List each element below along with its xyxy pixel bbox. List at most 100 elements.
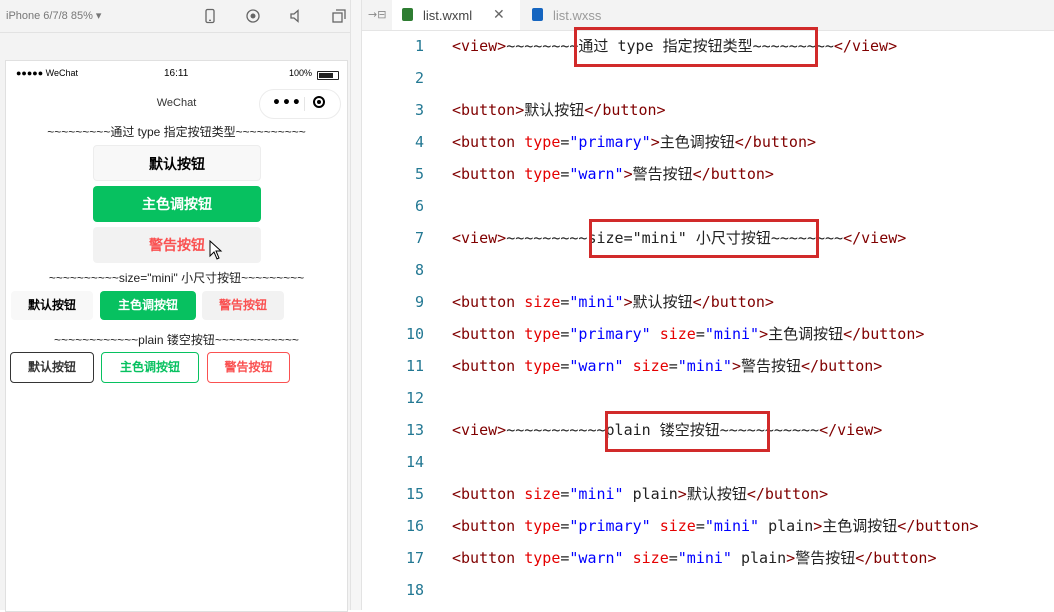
close-icon[interactable]: ✕ <box>493 6 505 23</box>
tab-list-wxss[interactable]: list.wxss <box>522 0 642 30</box>
code-line[interactable]: 9 <button size="mini">默认按钮</button> <box>362 286 1054 318</box>
panel-splitter[interactable] <box>350 0 362 610</box>
record-icon[interactable] <box>245 8 261 24</box>
clock-label: 16:11 <box>164 68 189 79</box>
section-title-plain: ~~~~~~~~~~~~plain 镂空按钮~~~~~~~~~~~~ <box>54 333 299 347</box>
code-line[interactable]: 18 <box>362 574 1054 606</box>
code-area[interactable]: 1 <view>~~~~~~~~通过 type 指定按钮类型~~~~~~~~~</… <box>362 30 1054 610</box>
code-token: </view> <box>843 229 907 247</box>
code-line[interactable]: 12 <box>362 382 1054 414</box>
code-token: <button <box>452 293 525 311</box>
volume-icon[interactable] <box>288 8 304 24</box>
code-token: </button> <box>692 165 774 183</box>
code-token: "mini" <box>704 517 760 535</box>
code-token: plain <box>759 517 814 535</box>
code-line[interactable]: 11 <button type="warn" size="mini">警告按钮</… <box>362 350 1054 382</box>
default-button[interactable]: 默认按钮 <box>93 145 261 181</box>
phone-screen: ●●●●● WeChat 16:11 100% WeChat ••• ~~~~~… <box>5 60 348 612</box>
line-number: 5 <box>414 165 424 183</box>
code-token: 主色调按钮 <box>768 325 844 343</box>
line-number: 18 <box>405 581 424 599</box>
code-line[interactable]: 8 <box>362 254 1054 286</box>
wxml-file-icon <box>402 8 413 21</box>
plain-primary-button[interactable]: 主色调按钮 <box>101 352 199 383</box>
code-token: <button> <box>452 101 525 119</box>
highlight-box <box>574 27 818 67</box>
code-token: "mini" <box>569 293 624 311</box>
mini-primary-button[interactable]: 主色调按钮 <box>100 291 196 320</box>
code-token: size <box>659 325 696 343</box>
code-text: <button size="mini">默认按钮</button> <box>452 286 774 318</box>
device-selector[interactable]: iPhone 6/7/8 85% ▾ <box>6 9 101 22</box>
code-text: <button type="primary">主色调按钮</button> <box>452 126 816 158</box>
code-token: </button> <box>843 325 925 343</box>
code-line[interactable]: 16 <button type="primary" size="mini" pla… <box>362 510 1054 542</box>
mini-warn-button[interactable]: 警告按钮 <box>202 291 284 320</box>
code-line[interactable]: 10 <button type="primary" size="mini">主色调… <box>362 318 1054 350</box>
plain-default-button[interactable]: 默认按钮 <box>10 352 94 383</box>
line-number: 17 <box>405 549 424 567</box>
line-number: 7 <box>414 229 424 247</box>
code-line[interactable]: 5 <button type="warn">警告按钮</button> <box>362 158 1054 190</box>
code-text: <button type="primary" size="mini">主色调按钮… <box>452 318 924 350</box>
phone-icon[interactable] <box>202 8 218 24</box>
code-token: 默认按钮 <box>686 485 747 503</box>
code-token: "mini" <box>677 357 732 375</box>
close-miniprogram-icon[interactable] <box>313 96 325 108</box>
battery-icon <box>317 71 339 80</box>
code-token: </button> <box>692 293 774 311</box>
line-number: 9 <box>414 293 424 311</box>
code-token: </button> <box>897 517 979 535</box>
line-number: 4 <box>414 133 424 151</box>
mini-default-button[interactable]: 默认按钮 <box>11 291 93 320</box>
section-title-type: ~~~~~~~~~通过 type 指定按钮类型~~~~~~~~~~ <box>47 125 306 139</box>
carrier-label: ●●●●● WeChat <box>16 68 79 78</box>
code-line[interactable]: 6 <box>362 190 1054 222</box>
code-token: </button> <box>746 485 829 503</box>
code-line[interactable]: 15 <button size="mini" plain>默认按钮</button… <box>362 478 1054 510</box>
toggle-tree-icon[interactable]: →⊟ <box>368 8 386 21</box>
code-token: 默认按钮 <box>524 101 585 119</box>
code-token: <view> <box>452 421 507 439</box>
code-line[interactable]: 4 <button type="primary">主色调按钮</button> <box>362 126 1054 158</box>
code-token: <view> <box>452 37 507 55</box>
highlight-box <box>605 411 770 452</box>
line-number: 2 <box>414 69 424 87</box>
warn-button[interactable]: 警告按钮 <box>93 227 261 263</box>
code-editor: →⊟ list.wxml ✕ list.wxss 1 <view>~~~~~~~~… <box>362 0 1054 610</box>
code-token: </button> <box>734 133 817 151</box>
code-token: <view> <box>452 229 507 247</box>
code-token: "warn" <box>569 549 624 567</box>
code-token: > <box>623 293 633 311</box>
code-text: <button>默认按钮</button> <box>452 94 666 126</box>
plain-warn-button[interactable]: 警告按钮 <box>207 352 290 383</box>
tab-list-wxml[interactable]: list.wxml ✕ <box>392 0 520 30</box>
code-token: > <box>623 165 633 183</box>
code-token: "warn" <box>569 357 624 375</box>
code-token: "warn" <box>569 165 624 183</box>
code-token: <button <box>452 357 525 375</box>
code-line[interactable]: 17 <button type="warn" size="mini" plain>… <box>362 542 1054 574</box>
section-title-mini: ~~~~~~~~~~size="mini" 小尺寸按钮~~~~~~~~~ <box>48 271 305 285</box>
highlight-box <box>589 219 819 258</box>
code-token: <button <box>452 325 525 343</box>
status-bar: ●●●●● WeChat 16:11 100% <box>6 65 347 83</box>
more-icon[interactable]: ••• <box>272 95 302 111</box>
window-icon[interactable] <box>331 8 347 24</box>
code-line[interactable]: 3 <button>默认按钮</button> <box>362 94 1054 126</box>
line-number: 8 <box>414 261 424 279</box>
code-token: = <box>695 517 705 535</box>
code-token: 警告按钮 <box>632 165 693 183</box>
code-token: <button <box>452 517 525 535</box>
code-text: <button type="primary" size="mini" plain… <box>452 510 979 542</box>
code-token: "mini" <box>677 549 732 567</box>
line-number: 10 <box>405 325 424 343</box>
capsule-menu[interactable]: ••• <box>259 89 341 119</box>
code-token: <button <box>452 549 525 567</box>
line-number: 15 <box>405 485 424 503</box>
nav-bar: WeChat ••• <box>6 85 347 123</box>
primary-button[interactable]: 主色调按钮 <box>93 186 261 222</box>
